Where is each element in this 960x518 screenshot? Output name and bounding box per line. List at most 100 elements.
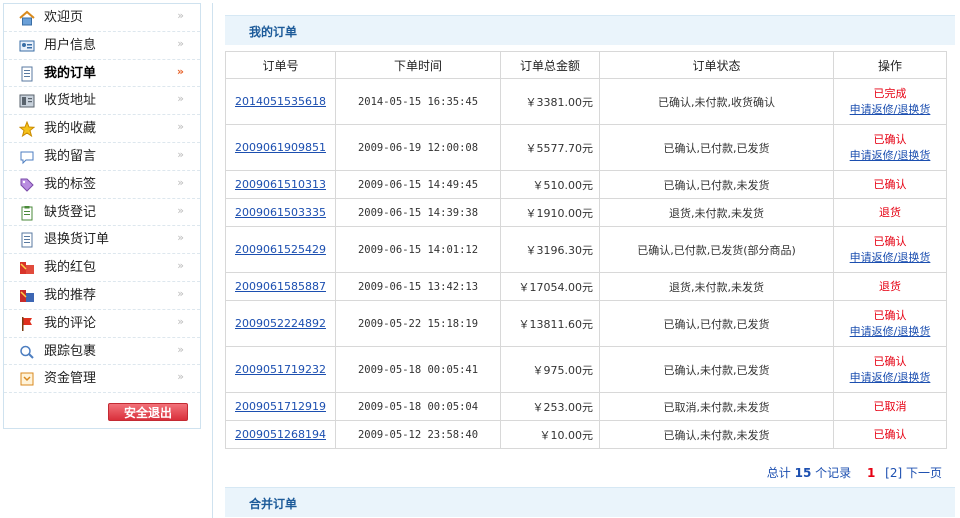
recommend-icon (19, 288, 35, 304)
table-row: 2014051535618 2014-05-15 16:35:45 ￥3381.00… (225, 78, 947, 125)
chevron-right-icon: » (177, 147, 184, 161)
order-state-label: 已确认 (873, 234, 907, 248)
order-amount: ￥3196.30元 (500, 226, 600, 273)
table-row: 2009061585887 2009-06-15 13:42:13 ￥17054.0… (225, 272, 947, 301)
order-status: 已确认,未付款,已发货 (599, 346, 834, 393)
order-time: 2009-05-18 00:05:41 (335, 346, 501, 393)
order-id-cell: 2009051712919 (225, 392, 336, 421)
document-icon (19, 232, 35, 248)
request-return-link[interactable]: 申请返修/退换货 (834, 370, 946, 386)
sidebar-item[interactable]: 用户信息 » (4, 32, 200, 60)
total-suffix: 个记录 (815, 466, 852, 480)
sidebar-item-label: 我的留言 (44, 148, 97, 164)
order-amount: ￥5577.70元 (500, 124, 600, 171)
order-state-label: 退货 (879, 205, 901, 219)
order-status: 已取消,未付款,未发货 (599, 392, 834, 421)
order-time: 2009-05-12 23:58:40 (335, 420, 501, 449)
order-amount: ￥17054.00元 (500, 272, 600, 301)
table-row: 2009061503335 2009-06-15 14:39:38 ￥1910.00… (225, 198, 947, 227)
order-id-link[interactable]: 2009061525429 (235, 243, 326, 256)
chevron-right-icon: » (177, 286, 184, 300)
order-id-link[interactable]: 2014051535618 (235, 95, 326, 108)
order-status: 已确认,未付款,收货确认 (599, 78, 834, 125)
chevron-right-icon: » (177, 259, 184, 273)
chevron-right-icon: » (177, 120, 184, 134)
order-status: 已确认,已付款,未发货 (599, 170, 834, 199)
order-id-cell: 2009051268194 (225, 420, 336, 449)
order-amount: ￥975.00元 (500, 346, 600, 393)
sidebar-item-label: 我的订单 (44, 65, 97, 81)
red-envelope-icon (19, 260, 35, 276)
action-cell: 已确认申请返修/退换货 (833, 346, 947, 393)
request-return-link[interactable]: 申请返修/退换货 (834, 250, 946, 266)
order-id-link[interactable]: 2009061585887 (235, 280, 326, 293)
chevron-right-icon: » (177, 231, 184, 245)
order-id-cell: 2014051535618 (225, 78, 336, 125)
order-status: 已确认,已付款,已发货(部分商品) (599, 226, 834, 273)
document-icon (19, 66, 35, 82)
sidebar-item[interactable]: 收货地址 » (4, 87, 200, 116)
chevron-right-icon: » (177, 175, 184, 189)
tag-icon (19, 177, 35, 193)
sidebar-item-label: 我的评论 (44, 315, 97, 331)
order-state-label: 已确认 (873, 308, 907, 322)
order-id-link[interactable]: 2009051719232 (235, 363, 326, 376)
total-prefix: 总计 (766, 466, 791, 480)
order-id-link[interactable]: 2009051712919 (235, 400, 326, 413)
request-return-link[interactable]: 申请返修/退换货 (834, 324, 946, 340)
request-return-link[interactable]: 申请返修/退换货 (834, 148, 946, 164)
request-return-link[interactable]: 申请返修/退换货 (834, 102, 946, 118)
chevron-right-icon: » (177, 370, 184, 384)
table-row: 2009051268194 2009-05-12 23:58:40 ￥10.00元已… (225, 420, 947, 449)
table-row: 2009061510313 2009-06-15 14:49:45 ￥510.00元… (225, 170, 947, 199)
sidebar-item[interactable]: 欢迎页 » (4, 4, 200, 32)
order-id-link[interactable]: 2009061503335 (235, 206, 326, 219)
order-time: 2009-06-15 14:01:12 (335, 226, 501, 273)
total-count: 15 (794, 466, 812, 480)
order-time: 2009-06-15 14:39:38 (335, 198, 501, 227)
next-page-link[interactable]: 下一页 (906, 466, 942, 480)
order-state-label: 已确认 (873, 354, 907, 368)
action-cell: 已确认申请返修/退换货 (833, 300, 947, 347)
merge-orders-title: 合并订单 (249, 497, 298, 511)
order-time: 2009-05-18 00:05:04 (335, 392, 501, 421)
sidebar-item[interactable]: 退换货订单 » (4, 226, 200, 255)
order-status: 已确认,已付款,已发货 (599, 300, 834, 347)
sidebar-item[interactable]: 跟踪包裹 » (4, 338, 200, 366)
flag-icon (19, 316, 35, 332)
chevron-right-icon: » (176, 64, 184, 78)
table-row: 2009051719232 2009-05-18 00:05:41 ￥975.00元… (225, 346, 947, 393)
order-state-label: 已确认 (873, 427, 907, 441)
action-cell: 已确认 (833, 170, 947, 199)
table-header-row: 订单号 下单时间 订单总金额 订单状态 操作 (225, 51, 947, 79)
order-id-link[interactable]: 2009061510313 (235, 178, 326, 191)
order-amount: ￥253.00元 (500, 392, 600, 421)
sidebar-item[interactable]: 我的推荐 » (4, 282, 200, 310)
page-2-link[interactable]: [2] (885, 466, 902, 480)
order-id-link[interactable]: 2009061909851 (235, 141, 326, 154)
order-status: 退货,未付款,未发货 (599, 272, 834, 301)
order-time: 2009-06-15 14:49:45 (335, 170, 501, 199)
sidebar-item[interactable]: 我的评论 » (4, 310, 200, 338)
logout-button[interactable]: 安全退出 (108, 403, 188, 421)
sidebar-item[interactable]: 我的订单 » (4, 60, 200, 88)
sidebar-item[interactable]: 资金管理 » (4, 365, 200, 394)
current-page: 1 (866, 466, 876, 480)
sidebar-item[interactable]: 我的标签 » (4, 171, 200, 199)
order-id-cell: 2009061585887 (225, 272, 336, 301)
table-row: 2009061525429 2009-06-15 14:01:12 ￥3196.30… (225, 226, 947, 273)
sidebar-item[interactable]: 我的留言 » (4, 143, 200, 171)
sidebar-item[interactable]: 缺货登记 » (4, 199, 200, 227)
address-book-icon (19, 93, 35, 109)
star-icon (19, 121, 35, 138)
sidebar-item[interactable]: 我的收藏 » (4, 115, 200, 143)
order-id-link[interactable]: 2009051268194 (235, 428, 326, 441)
order-time: 2014-05-15 16:35:45 (335, 78, 501, 125)
sidebar-item-label: 我的红包 (44, 260, 97, 276)
order-time: 2009-05-22 15:18:19 (335, 300, 501, 347)
sidebar-item-label: 我的标签 (44, 176, 97, 192)
order-state-label: 已确认 (873, 132, 907, 146)
sidebar-item[interactable]: 我的红包 » (4, 254, 200, 282)
order-id-link[interactable]: 2009052224892 (235, 317, 326, 330)
order-id-cell: 2009061503335 (225, 198, 336, 227)
